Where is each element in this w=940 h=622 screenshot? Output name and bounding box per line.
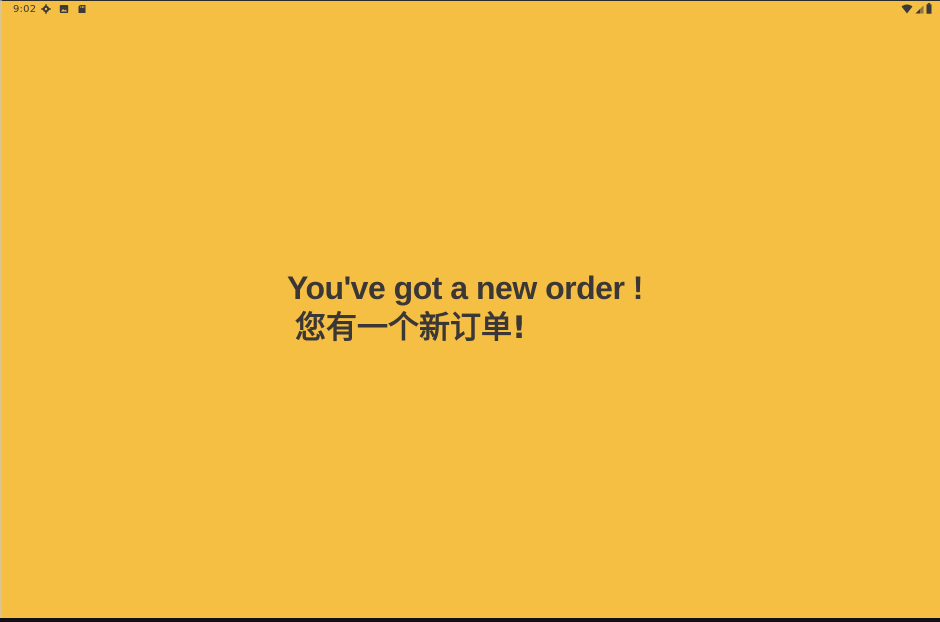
status-right-icons [901,1,932,19]
left-border [0,0,2,622]
new-order-message: You've got a new order ! 您有一个新订单! [287,268,643,348]
signal-icon [915,1,924,19]
status-time: 9:02 [13,4,37,15]
settings-icon [41,4,51,14]
wifi-icon [901,1,913,19]
new-order-text-english: You've got a new order ! [287,270,643,306]
new-order-text-chinese: 您有一个新订单! [295,310,527,346]
battery-icon [926,1,932,19]
status-bar: 9:02 [0,1,940,19]
photo-icon [59,4,69,14]
bottom-navigation-bar [0,618,940,622]
app-screen: 9:02 You've got a new order ! 您有一个新订单! [0,0,940,622]
sd-card-icon [77,4,87,14]
